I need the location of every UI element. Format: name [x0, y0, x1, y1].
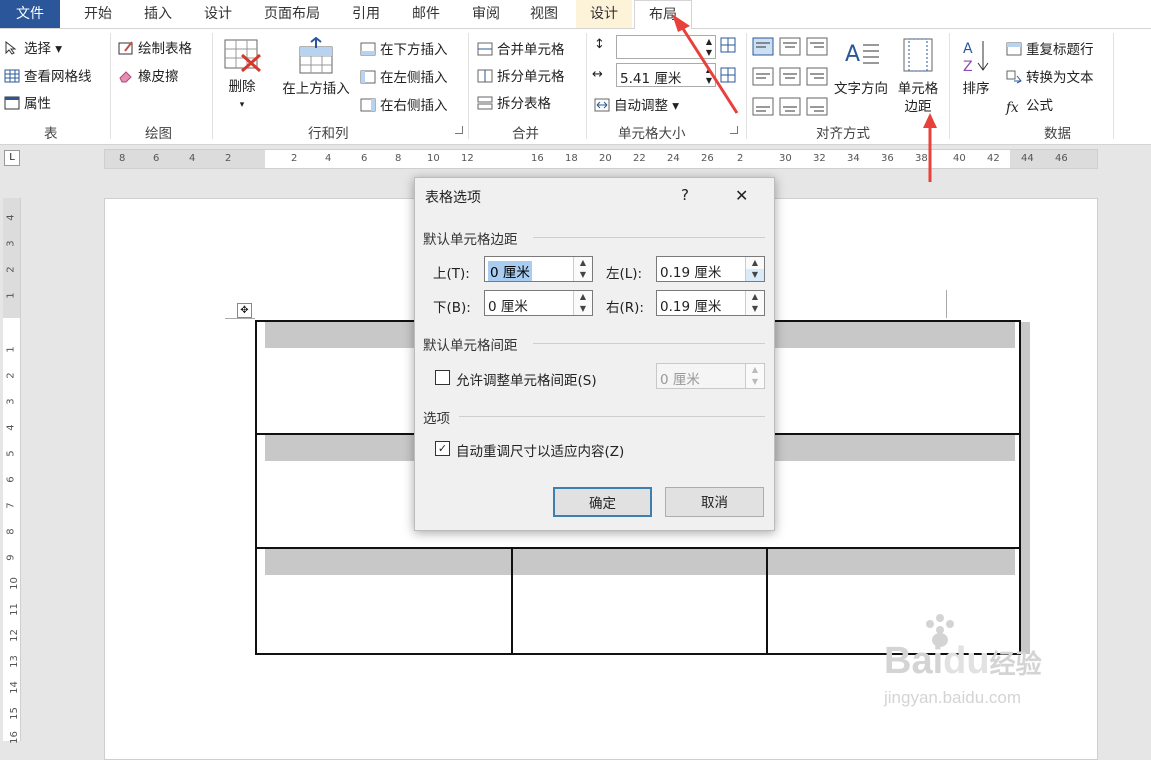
- arrow-to-cell-margins: [923, 113, 937, 182]
- arrow-to-layout-tab: [672, 14, 739, 114]
- annotation-arrows: [672, 14, 937, 182]
